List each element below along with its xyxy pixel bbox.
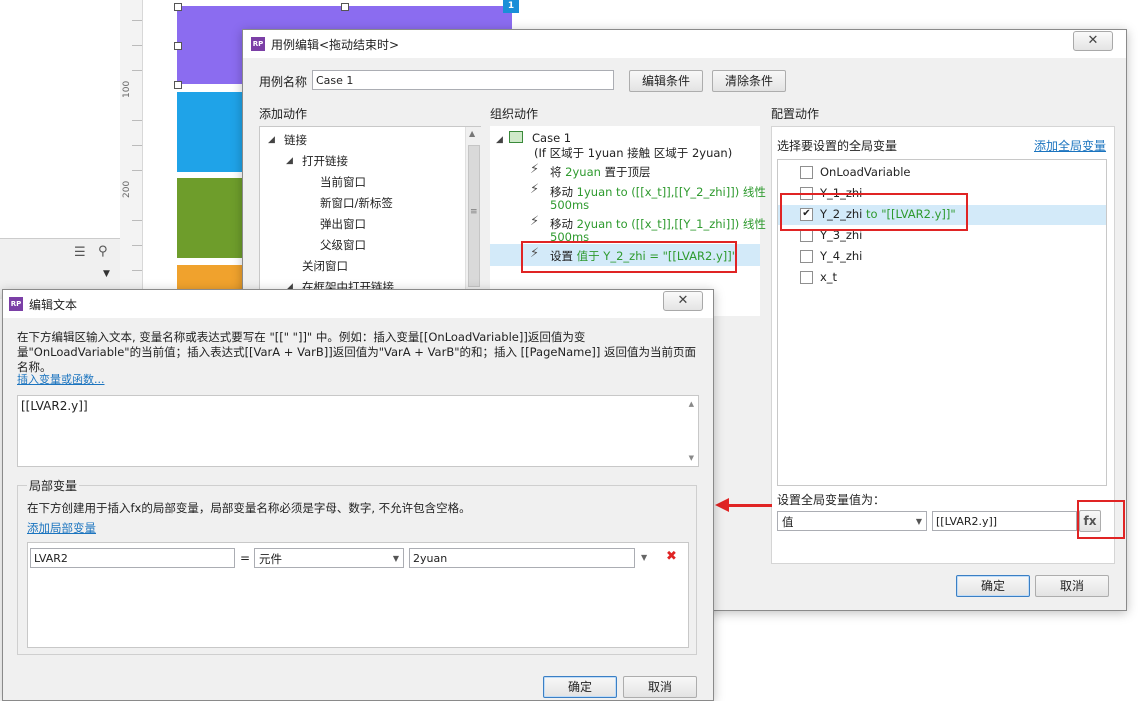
selection-badge: 1 (503, 0, 519, 13)
ruler-label-100: 100 (122, 80, 132, 98)
selection-handle[interactable] (174, 3, 182, 11)
set-value-label: 设置全局变量值为： (777, 493, 886, 507)
insert-variable-link[interactable]: 插入变量或函数... (17, 371, 105, 387)
scroll-up-icon[interactable]: ▲ (689, 400, 694, 408)
lightning-icon: ⚡ (530, 214, 540, 229)
ruler-label-200: 200 (122, 180, 132, 198)
edit-text-description: 在下方编辑区输入文本, 变量名称或表达式要写在 "[[" "]]" 中。例如：插… (17, 330, 697, 374)
action-tree-item[interactable]: 链接 (284, 132, 307, 148)
local-variable-type-select[interactable]: 元件 ▼ (254, 548, 404, 568)
case-name-label: 用例名称 (259, 75, 308, 89)
action-tree-item[interactable]: 父级窗口 (320, 237, 366, 253)
selection-handle[interactable] (174, 81, 182, 89)
edit-text-dialog: RP 编辑文本 ✕ 在下方编辑区输入文本, 变量名称或表达式要写在 "[[" "… (2, 289, 714, 701)
configure-actions-panel: 选择要设置的全局变量 添加全局变量 OnLoadVariable Y_1_zhi ✔… (771, 126, 1115, 564)
edit-text-title: 编辑文本 (29, 298, 78, 312)
highlight-fx-button (1077, 500, 1125, 539)
case-name-input[interactable]: Case 1 (312, 70, 614, 90)
red-arrow-line (727, 504, 772, 507)
edit-text-titlebar: RP 编辑文本 ✕ (3, 290, 713, 318)
search-icon[interactable]: ⚲ (98, 244, 108, 259)
menu-icon[interactable]: ☰ (74, 245, 86, 260)
chevron-down-icon: ▼ (915, 517, 922, 526)
editor-text[interactable]: [[LVAR2.y]] (21, 399, 88, 413)
cancel-button[interactable]: 取消 (1035, 575, 1109, 597)
selection-handle[interactable] (341, 3, 349, 11)
axure-logo-icon: RP (9, 297, 23, 311)
case-condition: (If 区域于 1yuan 接触 区域于 2yuan) (534, 146, 733, 160)
scroll-down-icon[interactable]: ▼ (689, 454, 694, 462)
vertical-ruler: 100 200 (120, 0, 143, 290)
highlight-set-action (521, 241, 737, 273)
local-variable-name-input[interactable]: LVAR2 (30, 548, 235, 568)
value-input[interactable]: [[LVAR2.y]] (932, 511, 1077, 531)
local-variable-target-input[interactable]: 2yuan (409, 548, 635, 568)
add-actions-tree: ◢ 链接 ◢ 打开链接 当前窗口 新窗口/新标签 弹出窗口 父级窗口 关闭窗口 ◢ 在框架中打开链接… (259, 126, 481, 298)
scroll-up-icon[interactable]: ▲ (469, 129, 475, 138)
ok-button[interactable]: 确定 (956, 575, 1030, 597)
case-title[interactable]: Case 1 (532, 131, 571, 145)
variable-name[interactable]: Y_4_zhi (820, 249, 862, 263)
edit-condition-button[interactable]: 编辑条件 (629, 70, 703, 92)
chevron-down-icon[interactable]: ▼ (641, 553, 647, 562)
dropdown-arrow-icon[interactable]: ▼ (103, 269, 110, 279)
action-tree-item[interactable]: 新窗口/新标签 (320, 195, 393, 211)
cancel-button[interactable]: 取消 (623, 676, 697, 698)
add-local-variable-link[interactable]: 添加局部变量 (27, 520, 96, 536)
text-editor-area[interactable]: [[LVAR2.y]] ▲ ▼ (17, 395, 699, 467)
add-actions-scrollbar[interactable]: ▲ ≡ (465, 127, 481, 297)
organize-action-duration: 500ms (550, 198, 590, 212)
organize-actions-heading: 组织动作 (490, 107, 539, 121)
value-type-select[interactable]: 值 ▼ (777, 511, 927, 531)
variable-name[interactable]: OnLoadVariable (820, 165, 911, 179)
local-variables-heading: 局部变量 (27, 477, 80, 494)
action-tree-item[interactable]: 关闭窗口 (302, 258, 348, 274)
lightning-icon: ⚡ (530, 182, 540, 197)
variable-checkbox[interactable] (800, 250, 813, 263)
organize-actions-tree: ◢ Case 1 (If 区域于 1yuan 接触 区域于 2yuan) ⚡ 将 … (490, 126, 766, 316)
case-editor-title: 用例编辑<拖动结束时> (271, 38, 400, 52)
variable-name[interactable]: x_t (820, 270, 837, 284)
local-variables-group: 局部变量 在下方创建用于插入fx的局部变量，局部变量名称必须是字母、数字, 不允… (17, 477, 697, 655)
variable-checkbox[interactable] (800, 166, 813, 179)
highlight-selected-variable (780, 193, 968, 231)
expand-icon[interactable]: ◢ (268, 135, 275, 145)
case-editor-titlebar: RP 用例编辑<拖动结束时> ✕ (243, 30, 1126, 58)
select-vars-label: 选择要设置的全局变量 (777, 139, 898, 153)
add-actions-heading: 添加动作 (259, 107, 308, 121)
close-button[interactable]: ✕ (1073, 31, 1113, 51)
expand-icon[interactable]: ◢ (286, 156, 293, 166)
action-tree-item[interactable]: 当前窗口 (320, 174, 366, 190)
chevron-down-icon: ▼ (392, 554, 399, 563)
scroll-grip-icon: ≡ (470, 207, 478, 217)
delete-icon[interactable]: ✖ (666, 549, 677, 564)
expand-icon[interactable]: ◢ (496, 135, 503, 145)
variable-checkbox[interactable] (800, 271, 813, 284)
equals-sign: = (240, 551, 251, 565)
action-tree-item[interactable]: 弹出窗口 (320, 216, 366, 232)
organize-action-item[interactable]: 将 2yuan 置于顶层 (550, 164, 651, 180)
ok-button[interactable]: 确定 (543, 676, 617, 698)
axure-logo-icon: RP (251, 37, 265, 51)
add-global-variable-link[interactable]: 添加全局变量 (1034, 137, 1106, 154)
local-variables-description: 在下方创建用于插入fx的局部变量，局部变量名称必须是字母、数字, 不允许包含空格… (27, 501, 471, 515)
selection-handle[interactable] (174, 42, 182, 50)
action-tree-item[interactable]: 打开链接 (302, 153, 348, 169)
configure-actions-heading: 配置动作 (771, 107, 820, 121)
close-button[interactable]: ✕ (663, 291, 703, 311)
local-variable-list: LVAR2 = 元件 ▼ 2yuan ▼ ✖ (27, 542, 689, 648)
lightning-icon: ⚡ (530, 162, 540, 177)
clear-condition-button[interactable]: 清除条件 (712, 70, 786, 92)
case-icon (509, 131, 523, 143)
